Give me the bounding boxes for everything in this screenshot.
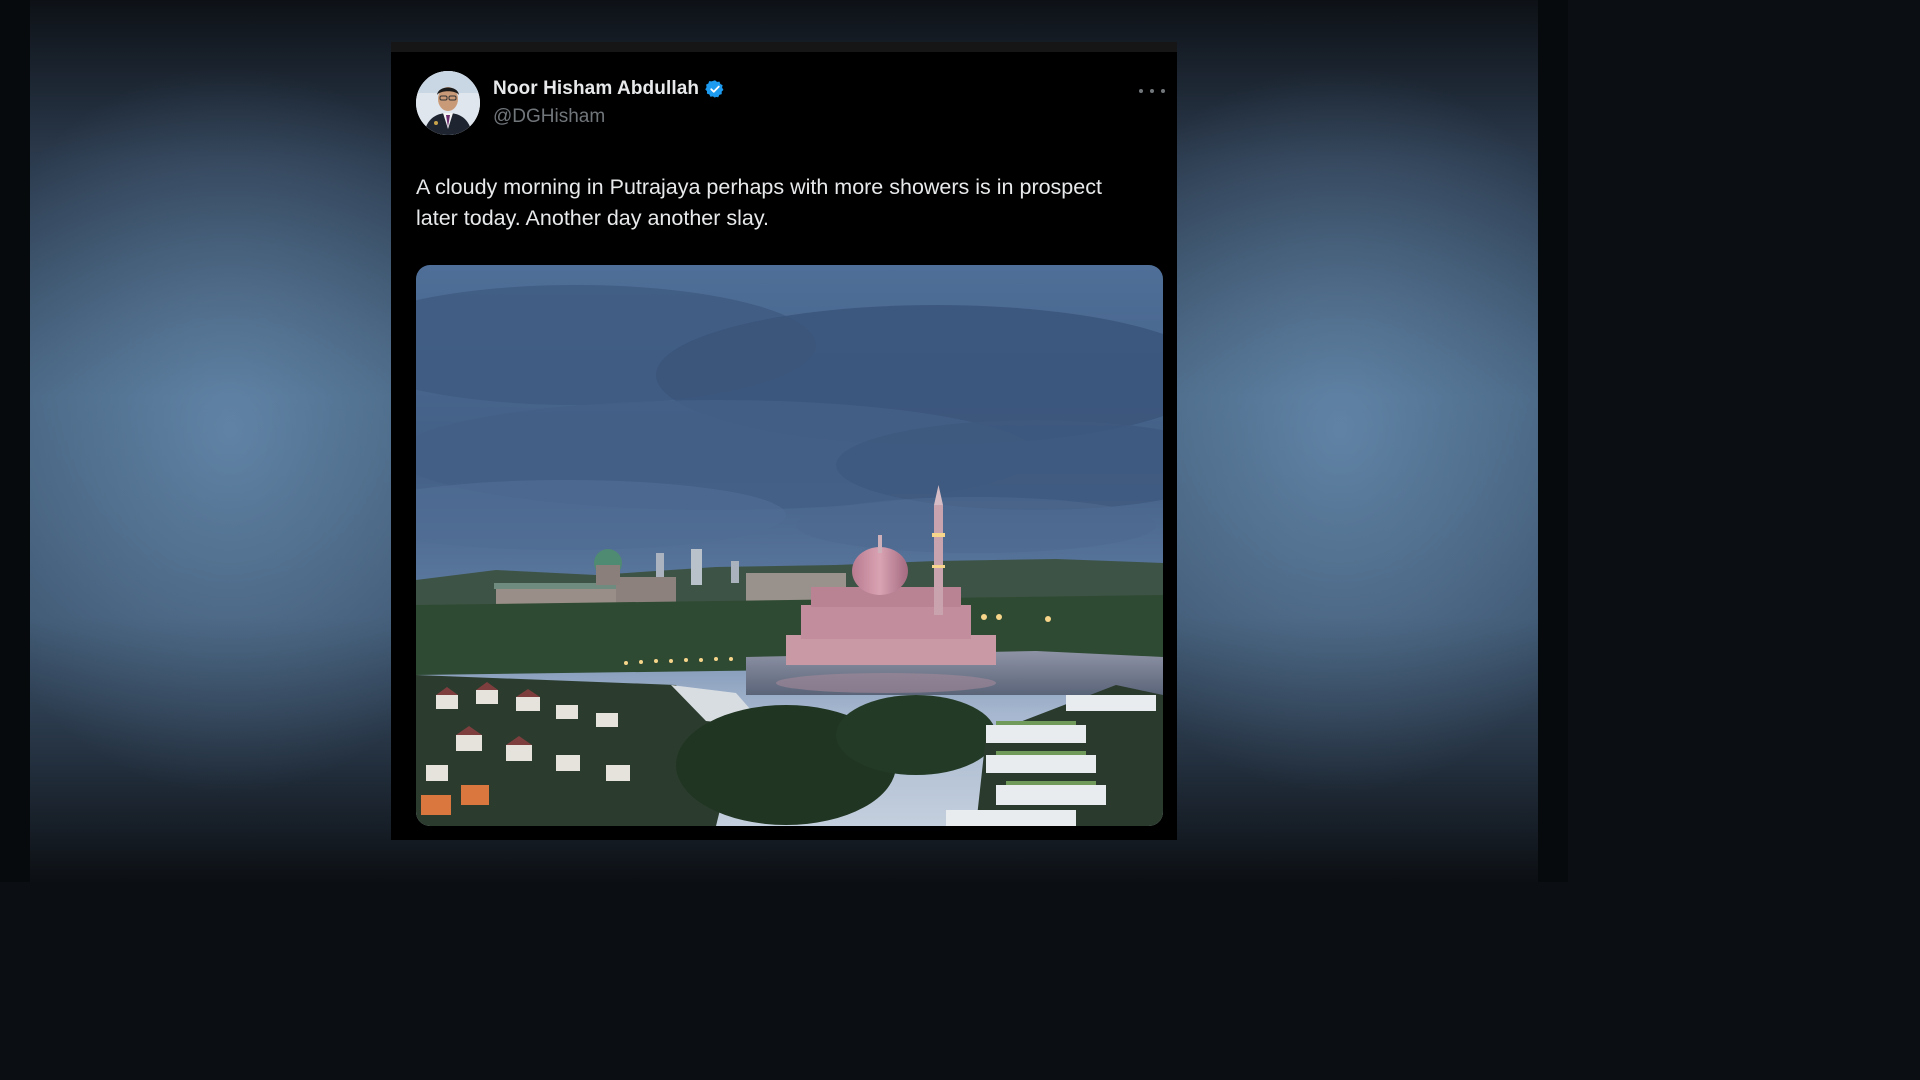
background-edge-left: [0, 0, 30, 882]
putrajaya-mosque-photo: [416, 265, 1163, 826]
more-dot: [1150, 89, 1154, 93]
author-handle[interactable]: @DGHisham: [493, 106, 605, 128]
author-name[interactable]: Noor Hisham Abdullah: [493, 78, 699, 100]
card-top-divider: [391, 42, 1177, 52]
avatar-portrait-image: [416, 71, 480, 135]
more-dot: [1139, 89, 1143, 93]
tweet-photo[interactable]: [416, 265, 1163, 826]
background-edge-right: [1538, 0, 1568, 882]
verified-badge-icon: [705, 79, 725, 99]
tweet-card: Noor Hisham Abdullah @DGHisham A cloudy …: [391, 42, 1177, 840]
more-horizontal-icon[interactable]: [1139, 82, 1165, 100]
more-dot: [1161, 89, 1165, 93]
tweet-text: A cloudy morning in Putrajaya perhaps wi…: [416, 175, 1102, 230]
author-name-row: Noor Hisham Abdullah: [493, 78, 725, 100]
author-avatar[interactable]: [416, 71, 480, 135]
